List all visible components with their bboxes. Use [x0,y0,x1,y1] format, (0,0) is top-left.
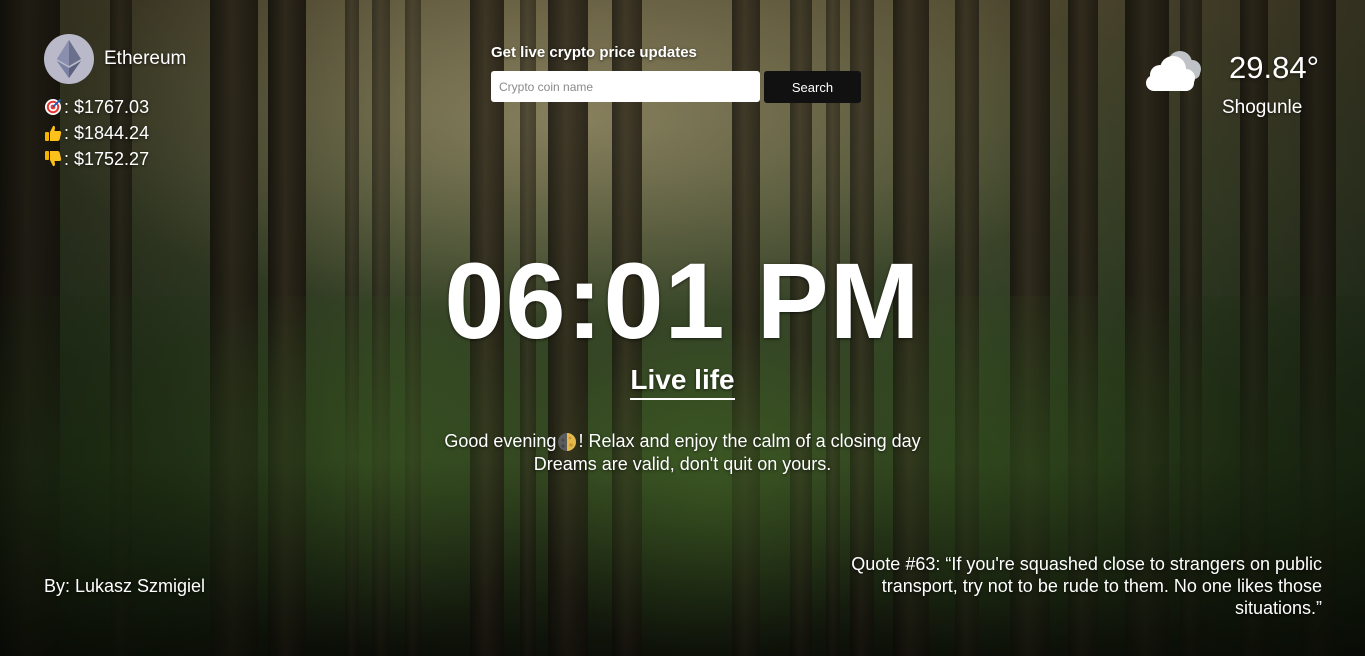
photo-author: By: Lukasz Szmigiel [44,576,206,596]
weather-widget: 29.84° Shogunle [1140,45,1340,125]
ethereum-logo-icon [44,34,94,84]
clock-time: 06:01 PM [444,240,921,361]
search-title: Get live crypto price updates [491,44,697,61]
thumbs-down-icon [45,151,62,167]
crypto-search-input[interactable] [491,71,760,102]
target-icon [45,98,62,115]
greeting-line: Good evening ! Relax and enjoy the calm … [0,430,1365,453]
cloudy-icon [1146,51,1201,91]
greeting-line-2: Dreams are valid, don't quit on yours. [533,454,832,474]
high-price-value: : $1844.24 [64,123,150,143]
coin-name: Ethereum [104,48,187,69]
crypto-current-price: : $1767.03 [44,94,186,120]
crypto-low-price: : $1752.27 [44,146,186,172]
greeting: Good evening ! Relax and enjoy the calm … [0,430,1365,476]
thumbs-up-icon [45,125,62,141]
crypto-header: Ethereum [44,34,186,84]
crypto-widget: Ethereum : $1767.03 : $1844.24: $1752.2… [44,34,186,172]
weather-city: Shogunle [1222,97,1303,118]
low-price-value: : $1752.27 [64,149,150,169]
greeting-prefix: Good evening [444,431,557,451]
current-price-value: : $1767.03 [64,97,150,117]
quote: Quote #63: “If you're squashed close to … [851,554,1322,618]
greeting-suffix: ! Relax and enjoy the calm of a closing … [578,431,921,451]
search-button[interactable]: Search [764,71,861,103]
mantra-text: Live life [630,364,735,400]
weather-temperature: 29.84° [1229,50,1319,85]
moon-icon [558,432,577,451]
crypto-high-price: : $1844.24 [44,120,186,146]
mantra: Live life [0,364,1365,400]
crypto-search-form: Get live crypto price updates Search [491,44,861,103]
